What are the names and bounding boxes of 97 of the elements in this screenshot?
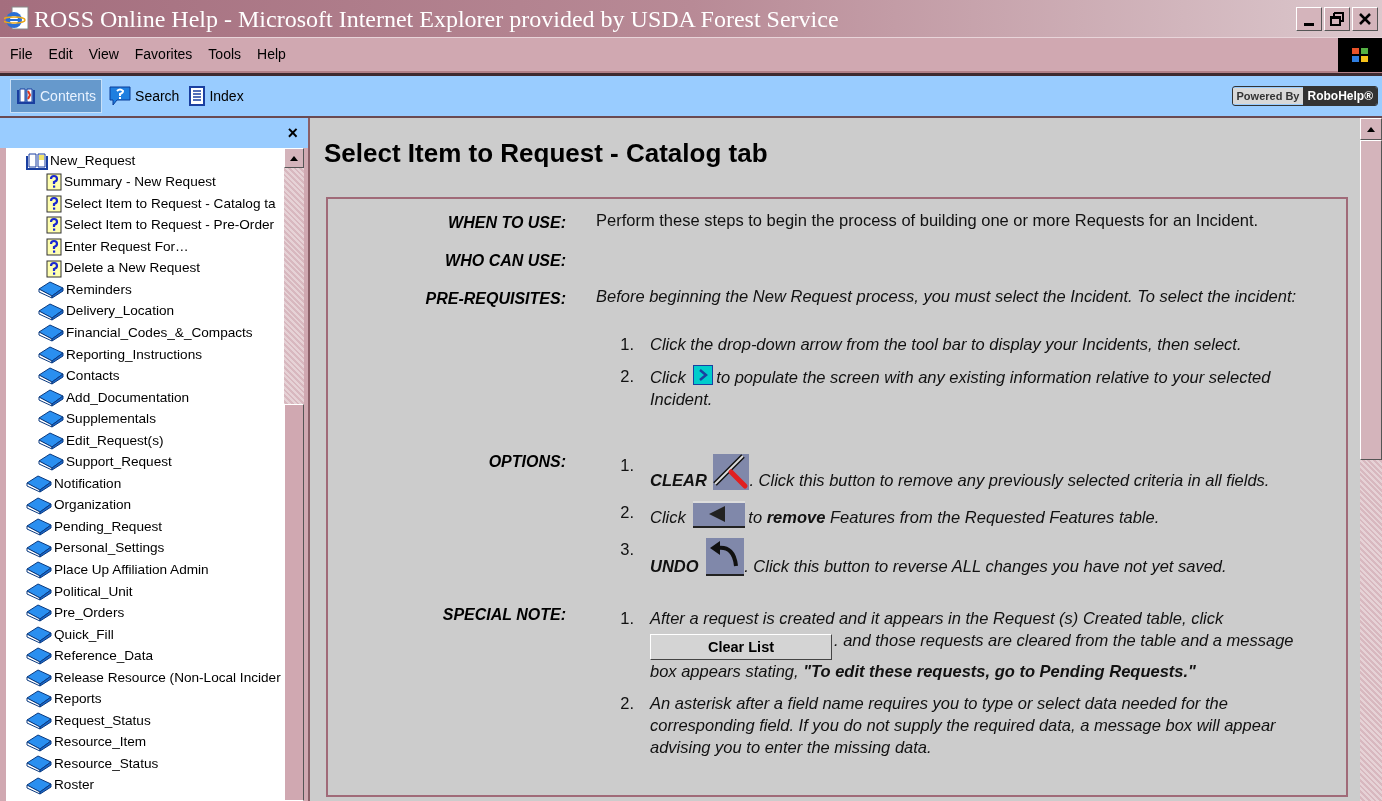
tree-item[interactable]: Pre_Orders [6, 602, 284, 625]
window-title: ROSS Online Help - Microsoft Internet Explorer provided by USDA Forest Service [34, 4, 839, 34]
tree-item[interactable]: Roster [6, 774, 284, 797]
tab[interactable]: Index [186, 79, 247, 113]
section-label: SPECIAL NOTE: [441, 605, 566, 625]
squeegee-icon [713, 454, 750, 490]
close-button[interactable] [1352, 6, 1378, 31]
menu-item[interactable]: Edit [41, 44, 80, 65]
step-number: 3. [619, 539, 635, 560]
tree-item[interactable]: New_Request [6, 150, 284, 172]
menu-item[interactable]: File [3, 44, 40, 65]
step-text: . Click this button to remove any previously selected criteria in all fields. [749, 471, 1270, 489]
scroll-thumb[interactable] [284, 404, 304, 801]
book-icon [16, 87, 36, 105]
tree-item[interactable]: Resource_Item [6, 731, 284, 754]
step-text: to remove Features from the Requested Features table. [748, 508, 1160, 526]
scrollbar[interactable] [1360, 118, 1382, 801]
step-text: Click [650, 368, 686, 386]
badge-text: Powered By [1232, 87, 1304, 105]
step-number: 2. [619, 502, 635, 523]
section-label: OPTIONS: [487, 452, 566, 472]
question-bubble-icon [109, 86, 132, 106]
up-arrow-icon [1367, 126, 1375, 132]
step-text: Click the drop-down arrow from the tool bar to display your Incidents, then select. [650, 335, 1242, 353]
up-arrow-icon [290, 155, 298, 161]
tab[interactable]: Search [106, 79, 183, 113]
help-topic-icon [46, 173, 62, 192]
tree-item[interactable]: Select Item to Request - Catalog ta [6, 193, 284, 215]
menu-item[interactable]: Tools [201, 44, 249, 65]
tree-item[interactable]: Pending_Request [6, 516, 284, 538]
menu-item[interactable]: Help [250, 44, 293, 65]
restore-icon [1330, 11, 1344, 26]
restore-button[interactable] [1324, 6, 1350, 31]
step-text: . Click this button to reverse ALL changes you have not yet saved. [744, 557, 1227, 575]
step-text: . and those requests are cleared from the table and a message [834, 631, 1294, 649]
tree-item[interactable]: Select Item to Request - Pre-Order [6, 214, 284, 237]
tree-item[interactable]: Financial_Codes_&_Compacts [6, 322, 284, 344]
tree-item[interactable]: Quick_Fill [6, 624, 284, 646]
step-number: 1. [619, 334, 635, 355]
tree-item[interactable]: Edit_Request(s) [6, 430, 284, 452]
help-topic-icon [46, 237, 62, 256]
tree-item[interactable]: Place Up Affiliation Admin [6, 559, 284, 581]
tree-item[interactable]: Delete a New Request [6, 257, 284, 280]
step-text: box appears stating, "To edit these requests, go to Pending Requests." [650, 661, 1197, 682]
section-label: WHO CAN USE: [444, 251, 566, 271]
step-text: Incident. [650, 389, 714, 410]
tree-item[interactable]: Delivery_Location [6, 300, 284, 323]
tree-item[interactable]: Reports [6, 688, 284, 711]
tree-item[interactable]: Enter Request For… [6, 236, 284, 258]
tree-item[interactable]: Reminders [6, 279, 284, 301]
help-topic-icon [46, 194, 62, 213]
tree-item[interactable]: Contacts [6, 365, 284, 387]
minimize-icon [1304, 22, 1314, 26]
scroll-thumb[interactable] [1360, 140, 1382, 460]
tree-item[interactable]: Add_Documentation [6, 387, 284, 409]
step-text: CLEAR [650, 471, 707, 489]
help-topic-icon [46, 259, 62, 278]
tree-item[interactable]: Release Resource (Non-Local Incider [6, 667, 284, 689]
tree-item[interactable]: Support_Request [6, 451, 284, 474]
step-text: After a request is created and it appears in the Request (s) Created table, click [650, 609, 1224, 627]
step-text: to populate the screen with any existing information relative to your selected [716, 368, 1271, 386]
tree-item[interactable]: Summary - New Request [6, 171, 284, 194]
close-icon [1359, 12, 1371, 25]
tree-item[interactable]: Resource_Status [6, 753, 284, 775]
step-number: 2. [619, 693, 635, 714]
help-topic-icon [46, 216, 62, 235]
menu-item[interactable]: Favorites [127, 44, 200, 65]
step-number: 1. [619, 608, 635, 629]
tree-item[interactable]: Request_Status [6, 710, 284, 732]
tree-item[interactable]: Reference_Data [6, 645, 284, 668]
scrollbar[interactable] [284, 148, 304, 801]
step-text: UNDO [650, 557, 699, 575]
clear-list-button[interactable]: Clear List [650, 634, 832, 660]
tree-item[interactable]: Notification [6, 473, 284, 495]
list-document-icon [189, 86, 206, 106]
step-text: Click [650, 508, 686, 526]
tree-item[interactable]: Organization [6, 494, 284, 517]
tree-item[interactable]: Supplementals [6, 408, 284, 431]
badge-text: RoboHelp® [1303, 87, 1377, 105]
tree-item[interactable]: Reporting_Instructions [6, 343, 284, 366]
windows-logo-icon [1338, 37, 1382, 72]
section-text: Before beginning the New Request process, you must select the Incident. To select the incident: [596, 286, 1298, 307]
scroll-up-button[interactable] [1360, 118, 1382, 140]
section-text: Perform these steps to begin the process of building one or more Requests for an Incident. [596, 210, 1260, 231]
step-number: 1. [619, 455, 635, 476]
menu-item[interactable]: View [81, 44, 126, 65]
page-title: Select Item to Request - Catalog tab [324, 137, 769, 170]
browser-icon [4, 4, 30, 33]
scroll-up-button[interactable] [284, 148, 304, 168]
tree-item[interactable]: Personal_Settings [6, 537, 284, 560]
section-label: PRE-REQUISITES: [424, 289, 566, 309]
pane-close-button[interactable]: × [287, 124, 298, 142]
tree-item[interactable]: Political_Unit [6, 580, 284, 603]
section-label: WHEN TO USE: [447, 213, 566, 233]
step-text: An asterisk after a field name requires you to type or select data needed for the corresponding field. If you do not supply the required data, a message box will appear advising you to enter the missing data. [650, 694, 1276, 756]
step-number: 2. [619, 366, 635, 387]
minimize-button[interactable] [1296, 6, 1322, 31]
